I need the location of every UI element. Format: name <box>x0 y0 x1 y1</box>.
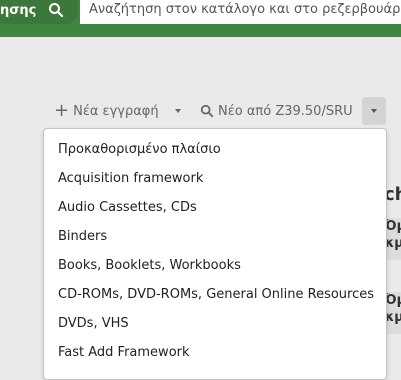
menu-item-fast-add[interactable]: Fast Add Framework <box>44 338 386 367</box>
search-button[interactable]: ησης <box>0 0 78 24</box>
search-placeholder: Αναζήτηση στον κατάλογο και στο ρεζερβου… <box>89 2 401 17</box>
new-from-z3950-button[interactable]: Νέο από Z39.50/SRU <box>200 97 353 125</box>
menu-item-acquisition[interactable]: Acquisition framework <box>44 164 386 193</box>
framework-dropdown-menu: Προκαθορισμένο πλαίσιο Acquisition frame… <box>43 128 387 380</box>
catalog-search-input[interactable]: Αναζήτηση στον κατάλογο και στο ρεζερβου… <box>80 0 401 24</box>
new-record-button[interactable]: + Νέα εγγραφή <box>54 97 159 125</box>
menu-item-binders[interactable]: Binders <box>44 222 386 251</box>
menu-item-dvds[interactable]: DVDs, VHS <box>44 309 386 338</box>
new-record-label: Νέα εγγραφή <box>73 103 159 119</box>
z3950-label: Νέο από Z39.50/SRU <box>218 103 353 119</box>
search-button-label: ησης <box>0 3 37 18</box>
menu-item-audio-cassettes[interactable]: Audio Cassettes, CDs <box>44 193 386 222</box>
top-header: ησης Αναζήτηση στον κατάλογο και στο ρεζ… <box>0 0 401 37</box>
menu-item-default-framework[interactable]: Προκαθορισμένο πλαίσιο <box>44 135 386 164</box>
new-record-dropdown-toggle[interactable] <box>171 97 185 125</box>
search-icon <box>200 104 214 118</box>
menu-item-books[interactable]: Books, Booklets, Workbooks <box>44 251 386 280</box>
z3950-dropdown-toggle[interactable] <box>362 97 386 125</box>
plus-icon: + <box>54 100 70 121</box>
menu-item-cd-roms[interactable]: CD-ROMs, DVD-ROMs, General Online Resour… <box>44 280 386 309</box>
search-icon <box>49 3 64 18</box>
